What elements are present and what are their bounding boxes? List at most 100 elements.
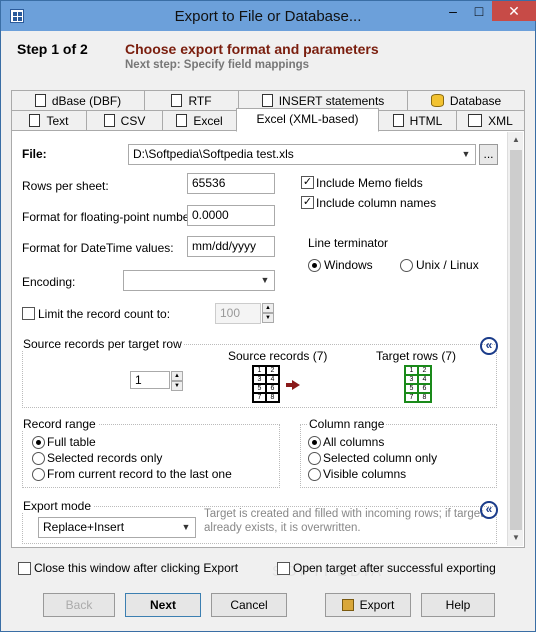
tab-label: Database [449, 94, 502, 108]
include-memo-label: Include Memo fields [316, 176, 423, 190]
record-range-full-radio[interactable] [32, 436, 45, 449]
source-records-input[interactable]: 1 [130, 371, 170, 389]
vertical-scrollbar[interactable]: ▲ ▼ [507, 132, 523, 546]
wizard-header: Step 1 of 2 Choose export format and par… [1, 31, 535, 87]
tab-excel[interactable]: Excel [162, 110, 237, 132]
next-label: Next [149, 598, 176, 612]
rows-per-sheet-input[interactable]: 65536 [187, 173, 275, 194]
column-range-title: Column range [307, 417, 387, 431]
export-mode-group: Export mode Replace+Insert ▼ Target is c… [21, 499, 497, 544]
line-term-unix-radio[interactable] [400, 259, 413, 272]
source-spin-down[interactable]: ▼ [171, 381, 183, 391]
open-after-export-checkbox[interactable] [277, 562, 290, 575]
source-spin-up[interactable]: ▲ [171, 371, 183, 381]
column-range-all-radio[interactable] [308, 436, 321, 449]
export-dialog: Export to File or Database... – □ ✕ Step… [0, 0, 536, 632]
column-range-group: Column range All columns Selected column… [300, 417, 497, 488]
sql-document-icon [261, 94, 273, 107]
tab-label: Excel (XML-based) [256, 112, 359, 126]
xml-file-icon [468, 114, 483, 127]
target-rows-count: Target rows (7) [376, 349, 457, 363]
collapse-export-mode-icon[interactable]: « [480, 501, 498, 519]
collapse-source-icon[interactable]: « [480, 337, 498, 355]
browse-button[interactable]: ... [479, 144, 498, 165]
tab-database[interactable]: Database [407, 90, 525, 112]
column-range-selected-radio[interactable] [308, 452, 321, 465]
tab-rtf[interactable]: RTF [144, 90, 239, 112]
tab-excel-xml[interactable]: Excel (XML-based) [236, 108, 379, 132]
tab-xml[interactable]: XML [456, 110, 525, 132]
minimize-button[interactable]: – [440, 1, 466, 21]
source-records-count: Source records (7) [228, 349, 328, 363]
tab-dbase[interactable]: dBase (DBF) [11, 90, 145, 112]
tab-html[interactable]: HTML [378, 110, 457, 132]
close-after-export-checkbox[interactable] [18, 562, 31, 575]
help-button[interactable]: Help [421, 593, 495, 617]
excel-file-icon [176, 114, 188, 127]
limit-spin-up[interactable]: ▲ [262, 303, 274, 313]
line-term-windows-radio[interactable] [308, 259, 321, 272]
database-icon [430, 94, 444, 107]
tab-text[interactable]: Text [11, 110, 87, 132]
target-grid-icon: 12 34 56 78 [404, 365, 432, 403]
export-mode-value: Replace+Insert [43, 520, 125, 534]
include-colnames-label: Include column names [316, 196, 437, 210]
column-range-selected-label: Selected column only [323, 451, 438, 465]
close-button[interactable]: ✕ [492, 1, 536, 21]
file-label: File: [22, 147, 47, 161]
tab-label: HTML [409, 114, 443, 128]
record-range-selected-label: Selected records only [47, 451, 163, 465]
column-range-visible-radio[interactable] [308, 468, 321, 481]
tab-csv[interactable]: CSV [86, 110, 163, 132]
line-terminator-group: Line terminator Windows Unix / Linux [300, 236, 497, 280]
step-title: Choose export format and parameters [125, 41, 379, 57]
tab-label: RTF [188, 94, 212, 108]
file-path-value: D:\Softpedia\Softpedia test.xls [133, 147, 294, 161]
maximize-button[interactable]: □ [466, 1, 492, 21]
back-label: Back [65, 598, 93, 612]
export-mode-title: Export mode [21, 499, 94, 513]
html-file-icon [392, 114, 404, 127]
float-format-input[interactable]: 0.0000 [187, 205, 275, 226]
column-range-all-label: All columns [323, 435, 385, 449]
chevron-down-icon: ▼ [260, 275, 270, 285]
cancel-label: Cancel [230, 598, 268, 612]
include-memo-checkbox[interactable]: ✓ [301, 176, 314, 189]
tab-label: dBase (DBF) [51, 94, 122, 108]
datetime-format-input[interactable]: mm/dd/yyyy [187, 236, 275, 257]
cancel-button[interactable]: Cancel [211, 593, 287, 617]
include-colnames-checkbox[interactable]: ✓ [301, 196, 314, 209]
chevron-down-icon: ▼ [461, 149, 471, 159]
source-grid-icon: 12 34 56 78 [252, 365, 280, 403]
arrow-right-head [292, 380, 300, 390]
next-button[interactable]: Next [125, 593, 201, 617]
record-range-current-radio[interactable] [32, 468, 45, 481]
close-after-export-label: Close this window after clicking Export [34, 561, 239, 575]
back-button[interactable]: Back [43, 593, 115, 617]
limit-spin-down[interactable]: ▼ [262, 313, 274, 323]
record-range-current-label: From current record to the last one [47, 467, 232, 481]
float-format-label: Format for floating-point numbers: [22, 210, 203, 224]
scroll-up-icon[interactable]: ▲ [508, 132, 524, 148]
export-mode-combo[interactable]: Replace+Insert ▼ [38, 517, 196, 538]
export-mode-description: Target is created and filled with incomi… [204, 508, 484, 534]
file-path-combo[interactable]: D:\Softpedia\Softpedia test.xls ▼ [128, 144, 476, 165]
record-range-full-label: Full table [47, 435, 96, 449]
limit-count-input[interactable]: 100 [215, 303, 261, 324]
record-range-title: Record range [21, 417, 98, 431]
encoding-combo[interactable]: ▼ [123, 270, 275, 291]
title-bar: Export to File or Database... – □ ✕ [1, 1, 536, 31]
help-label: Help [445, 598, 471, 612]
step-indicator: Step 1 of 2 [17, 41, 88, 57]
scroll-thumb[interactable] [510, 150, 522, 530]
datetime-format-label: Format for DateTime values: [22, 241, 174, 255]
export-button[interactable]: Export [325, 593, 411, 617]
tab-label: Text [46, 114, 69, 128]
rows-per-sheet-label: Rows per sheet: [22, 179, 109, 193]
scroll-down-icon[interactable]: ▼ [508, 530, 524, 546]
tab-label: Excel [193, 114, 223, 128]
record-range-selected-radio[interactable] [32, 452, 45, 465]
export-icon [341, 599, 354, 611]
limit-count-checkbox[interactable] [22, 307, 35, 320]
line-term-unix-label: Unix / Linux [416, 258, 479, 272]
